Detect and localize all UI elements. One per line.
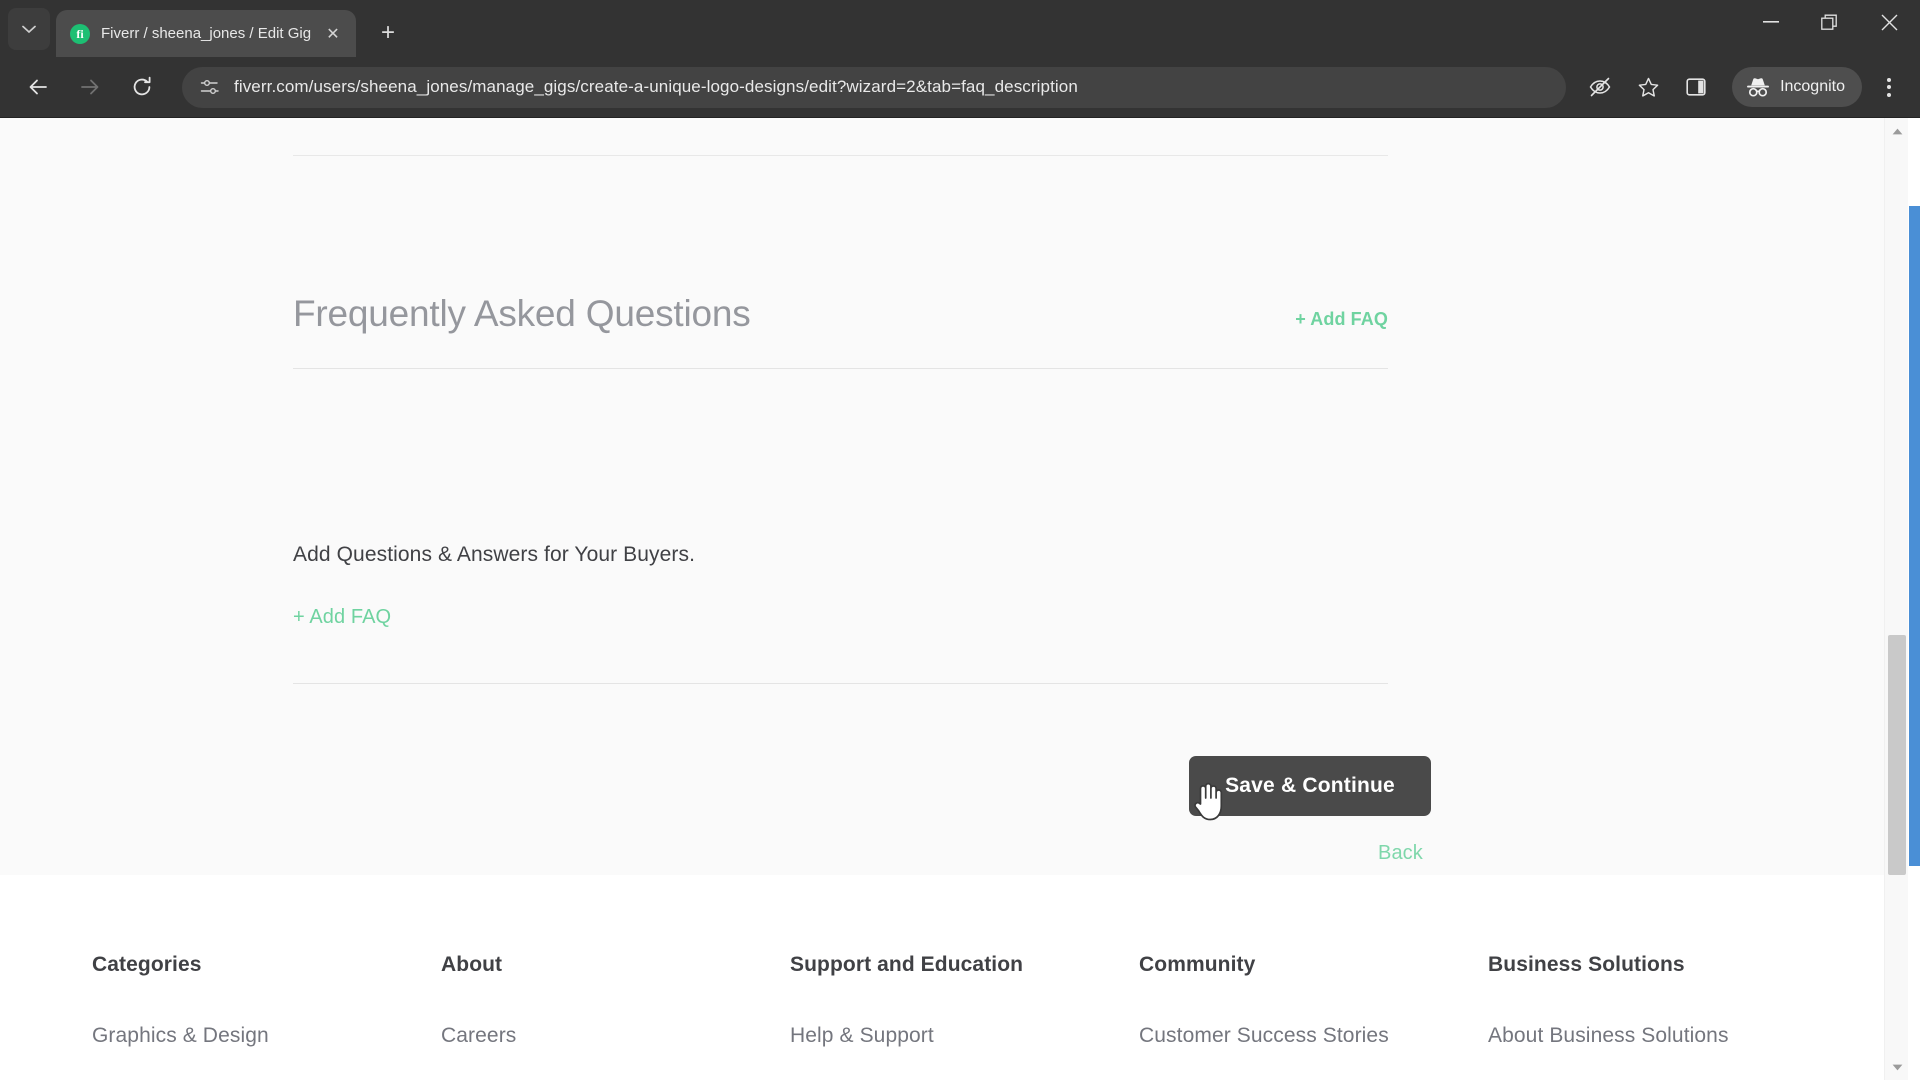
page-content: Frequently Asked Questions + Add FAQ Add… [0,118,1884,1080]
tab-title: Fiverr / sheena_jones / Edit Gig [101,25,312,42]
browser-tab[interactable]: fi Fiverr / sheena_jones / Edit Gig ✕ [56,10,356,57]
tab-search-button[interactable] [8,8,50,50]
url-text: fiverr.com/users/sheena_jones/manage_gig… [234,77,1078,96]
side-panel-glyph [1686,78,1706,96]
divider-under-title [293,368,1388,369]
window-controls [1742,0,1920,44]
footer-link[interactable]: Careers [441,1023,790,1048]
reload-icon [133,76,151,96]
minimize-button[interactable] [1742,0,1800,44]
divider-above-actions [293,683,1388,684]
triangle-down-icon [1892,1064,1902,1070]
faq-section-header: Frequently Asked Questions + Add FAQ [293,295,1388,332]
page-title: Frequently Asked Questions [293,293,751,334]
gig-edit-content: Frequently Asked Questions + Add FAQ Add… [0,118,1884,875]
save-and-continue-button[interactable]: Save & Continue [1189,756,1431,816]
footer-link[interactable]: Customer Success Stories [1139,1023,1488,1048]
add-faq-link-top[interactable]: + Add FAQ [1295,309,1388,330]
tab-close-icon[interactable]: ✕ [320,21,346,47]
footer-column-business-solutions: Business Solutions About Business Soluti… [1488,953,1837,1048]
close-icon [1881,14,1897,30]
back-link[interactable]: Back [1378,842,1423,865]
footer-columns: Categories Graphics & Design About Caree… [47,953,1837,1048]
menu-dot [1887,92,1891,97]
footer-link[interactable]: About Business Solutions [1488,1023,1837,1048]
arrow-left-icon [29,79,47,95]
eye-off-icon[interactable] [1579,66,1621,108]
forward-button[interactable] [69,66,111,108]
eye-off-glyph [1589,77,1611,97]
footer-column-support-and-education: Support and Education Help & Support [790,953,1139,1048]
footer-heading: About [441,953,503,976]
footer-heading: Community [1139,953,1256,976]
browser-toolbar: fiverr.com/users/sheena_jones/manage_gig… [0,57,1920,118]
footer-column-about: About Careers [441,953,790,1048]
menu-dot [1887,77,1891,82]
restore-button[interactable] [1800,0,1858,44]
scroll-up-arrow-icon[interactable] [1885,120,1909,142]
incognito-badge[interactable]: Incognito [1732,67,1862,107]
site-footer: Categories Graphics & Design About Caree… [0,875,1884,1049]
footer-heading: Business Solutions [1488,953,1685,976]
footer-heading: Support and Education [790,953,1024,976]
incognito-icon [1747,78,1770,97]
footer-column-community: Community Customer Success Stories [1139,953,1488,1048]
incognito-label: Incognito [1780,78,1845,95]
footer-link[interactable]: Help & Support [790,1023,1139,1048]
new-tab-button[interactable]: + [370,15,406,51]
page-edge-highlight [1909,206,1920,866]
reload-button[interactable] [121,66,163,108]
chevron-down-icon [22,25,36,33]
fiverr-favicon: fi [70,23,90,44]
site-settings-icon[interactable] [196,73,224,101]
add-faq-link-bottom[interactable]: + Add FAQ [293,606,391,629]
faq-subtitle: Add Questions & Answers for Your Buyers. [293,543,696,566]
footer-column-categories: Categories Graphics & Design [92,953,441,1048]
minimize-icon [1763,21,1779,23]
side-panel-icon[interactable] [1675,66,1717,108]
browser-window: fi Fiverr / sheena_jones / Edit Gig ✕ + [0,0,1920,1080]
scroll-down-arrow-icon[interactable] [1885,1056,1909,1078]
divider-top [293,155,1388,156]
menu-dot [1887,85,1891,89]
footer-link[interactable]: Graphics & Design [92,1023,441,1048]
restore-icon [1820,14,1837,30]
toolbar-right-icons: Incognito [1576,66,1908,108]
star-icon[interactable] [1627,66,1669,108]
three-dot-menu-icon[interactable] [1870,66,1908,108]
footer-heading: Categories [92,953,202,976]
favicon-letters: fi [76,26,84,41]
triangle-up-icon [1892,128,1902,134]
arrow-right-icon [81,79,99,95]
close-window-button[interactable] [1858,0,1920,44]
scrollbar-thumb[interactable] [1888,635,1906,875]
vertical-scrollbar[interactable] [1884,118,1908,1080]
sliders-icon [200,80,219,94]
back-button[interactable] [17,66,59,108]
address-bar[interactable]: fiverr.com/users/sheena_jones/manage_gig… [182,66,1567,108]
bookmark-star-glyph [1638,77,1658,97]
page-viewport: Frequently Asked Questions + Add FAQ Add… [0,118,1920,1080]
tab-strip: fi Fiverr / sheena_jones / Edit Gig ✕ + [0,0,1920,57]
